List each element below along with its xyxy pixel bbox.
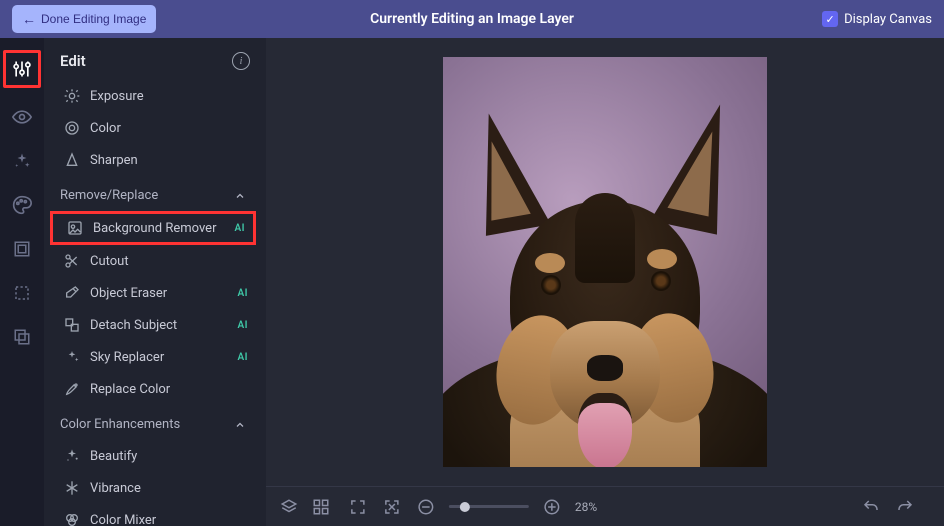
fit-screen-icon[interactable] — [347, 496, 369, 518]
zoom-in-icon[interactable] — [541, 496, 563, 518]
zoom-out-icon[interactable] — [415, 496, 437, 518]
ai-badge: AI — [237, 352, 248, 363]
cutout-icon — [64, 253, 80, 269]
tool-color[interactable]: Color — [44, 112, 262, 144]
tool-background-remover[interactable]: Background Remover AI — [50, 211, 256, 245]
tool-label: Cutout — [90, 254, 129, 269]
tool-detach-subject[interactable]: Detach Subject AI — [44, 309, 262, 341]
checkbox-checked-icon: ✓ — [822, 11, 838, 27]
replace-color-icon — [64, 381, 80, 397]
tool-label: Beautify — [90, 449, 137, 464]
tool-label: Background Remover — [93, 221, 216, 236]
exposure-icon — [64, 88, 80, 104]
vibrance-icon — [64, 480, 80, 496]
done-button-label: Done Editing Image — [41, 12, 146, 26]
edit-sidebar: Edit i Exposure Color Sharpen Remove/Rep… — [44, 38, 266, 526]
tool-color-mixer[interactable]: Color Mixer — [44, 504, 262, 526]
tool-sharpen[interactable]: Sharpen — [44, 144, 262, 176]
tool-beautify[interactable]: Beautify — [44, 440, 262, 472]
tool-label: Sharpen — [90, 153, 138, 168]
zoom-percent: 28% — [575, 500, 597, 514]
rail-highlight-box — [3, 50, 41, 88]
chevron-up-icon — [234, 419, 246, 431]
tool-replace-color[interactable]: Replace Color — [44, 373, 262, 405]
sharpen-icon — [64, 152, 80, 168]
done-editing-button[interactable]: ← Done Editing Image — [12, 5, 156, 33]
redo-icon[interactable] — [894, 496, 916, 518]
page-title: Currently Editing an Image Layer — [370, 11, 574, 27]
rail-adjust-icon[interactable] — [7, 54, 37, 84]
zoom-slider[interactable] — [449, 505, 529, 508]
tool-sky-replacer[interactable]: Sky Replacer AI — [44, 341, 262, 373]
tool-label: Sky Replacer — [90, 350, 164, 365]
canvas-image[interactable] — [443, 57, 767, 467]
top-bar: ← Done Editing Image Currently Editing a… — [0, 0, 944, 38]
tool-rail — [0, 38, 44, 526]
tool-exposure[interactable]: Exposure — [44, 80, 262, 112]
section-remove-replace[interactable]: Remove/Replace — [44, 176, 262, 211]
canvas-viewport[interactable] — [266, 38, 944, 486]
tool-label: Color Mixer — [90, 513, 156, 526]
detach-subject-icon — [64, 317, 80, 333]
rail-sparkle-icon[interactable] — [7, 146, 37, 176]
display-canvas-label: Display Canvas — [844, 12, 932, 27]
ai-badge: AI — [237, 320, 248, 331]
rail-crop-icon[interactable] — [7, 278, 37, 308]
chevron-up-icon — [234, 190, 246, 202]
tool-object-eraser[interactable]: Object Eraser AI — [44, 277, 262, 309]
back-arrow-icon: ← — [22, 11, 36, 27]
bottom-bar: 28% — [266, 486, 944, 526]
layers-icon[interactable] — [278, 496, 300, 518]
rail-intersect-icon[interactable] — [7, 322, 37, 352]
object-eraser-icon — [64, 285, 80, 301]
tool-label: Detach Subject — [90, 318, 177, 333]
color-mixer-icon — [64, 512, 80, 526]
rail-palette-icon[interactable] — [7, 190, 37, 220]
section-title: Color Enhancements — [60, 417, 180, 432]
info-icon[interactable]: i — [232, 52, 250, 70]
section-title: Remove/Replace — [60, 188, 158, 203]
display-canvas-toggle[interactable]: ✓ Display Canvas — [822, 11, 932, 27]
sky-replacer-icon — [64, 349, 80, 365]
tool-vibrance[interactable]: Vibrance — [44, 472, 262, 504]
undo-icon[interactable] — [860, 496, 882, 518]
tool-cutout[interactable]: Cutout — [44, 245, 262, 277]
tool-label: Replace Color — [90, 382, 170, 397]
sidebar-header: Edit i — [44, 38, 266, 80]
ai-badge: AI — [234, 223, 245, 234]
rail-eye-icon[interactable] — [7, 102, 37, 132]
rail-frame-icon[interactable] — [7, 234, 37, 264]
canvas-area: 28% — [266, 38, 944, 526]
tool-label: Object Eraser — [90, 286, 167, 301]
tool-label: Color — [90, 121, 121, 136]
tool-label: Vibrance — [90, 481, 141, 496]
grid-icon[interactable] — [310, 496, 332, 518]
color-icon — [64, 120, 80, 136]
tool-label: Exposure — [90, 89, 144, 104]
actual-size-icon[interactable] — [381, 496, 403, 518]
sidebar-title: Edit — [60, 52, 86, 70]
ai-badge: AI — [237, 288, 248, 299]
beautify-icon — [64, 448, 80, 464]
bg-remover-icon — [67, 220, 83, 236]
section-color-enhancements[interactable]: Color Enhancements — [44, 405, 262, 440]
